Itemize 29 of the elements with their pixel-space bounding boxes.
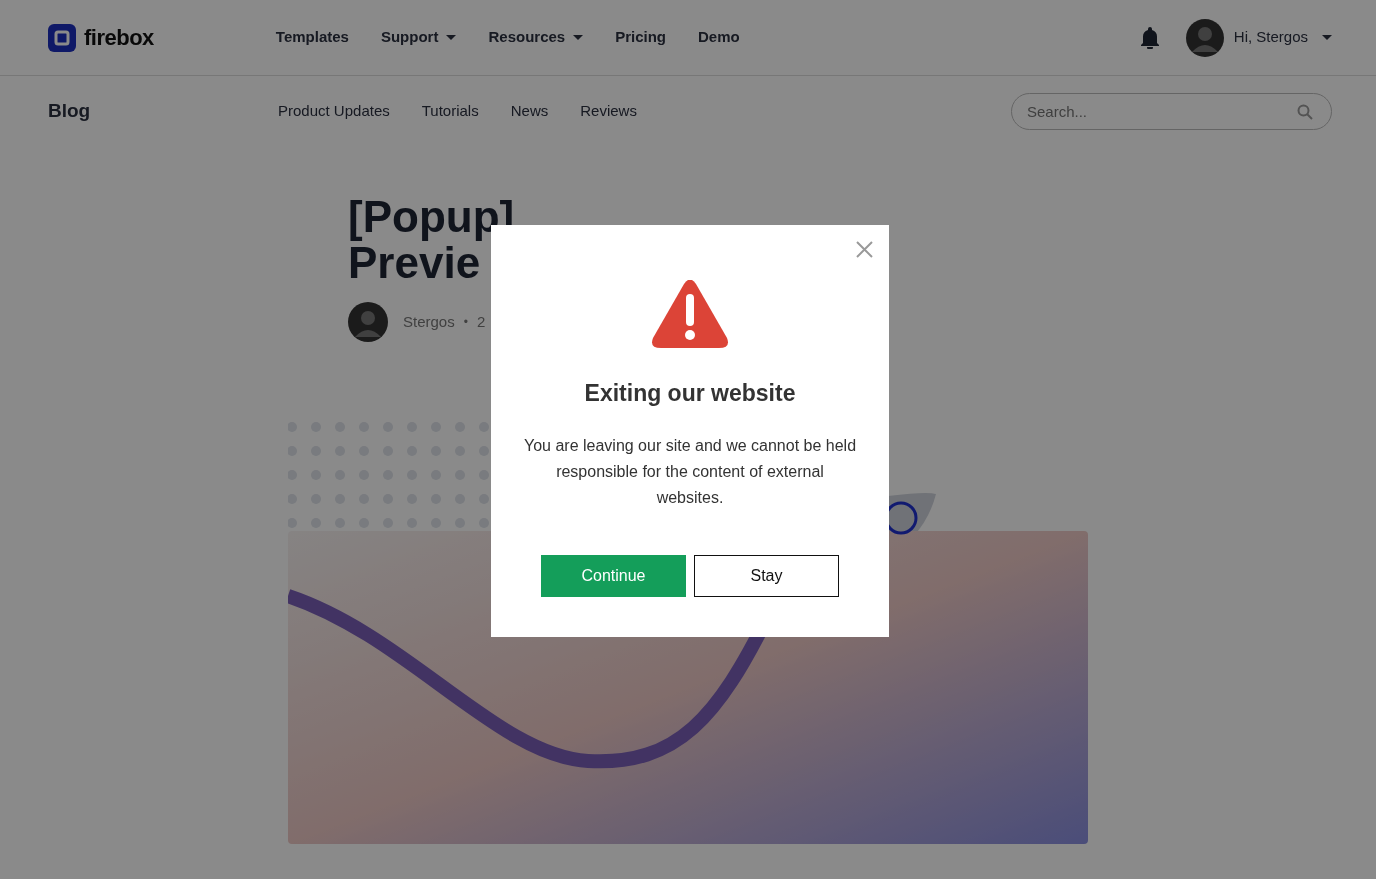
nav-link[interactable]: Demo [698, 26, 740, 49]
warning-icon [651, 280, 729, 348]
nav-link[interactable]: Support [380, 26, 457, 49]
search-field[interactable]: Search... [1011, 92, 1332, 130]
category-link[interactable]: Product Updates [278, 99, 390, 123]
nav-link[interactable]: Pricing [615, 26, 667, 49]
category-link[interactable]: Reviews [580, 99, 637, 123]
user-menu[interactable]: Hi, Stergos [1185, 18, 1332, 57]
notification-bell-icon[interactable] [1139, 26, 1160, 49]
nav-link[interactable]: Templates [275, 26, 349, 49]
modal-message: You are leaving our site and we cannot be held responsible for the content of external websites. [522, 435, 858, 508]
author-name: Stergos [403, 311, 455, 332]
modal-title: Exiting our website [583, 379, 797, 408]
nav-link[interactable]: Resources [488, 26, 584, 49]
close-icon [856, 241, 873, 258]
section-title: Blog [48, 98, 92, 123]
logo-icon [48, 23, 76, 52]
caret-icon [1322, 35, 1332, 40]
search-icon [1297, 103, 1313, 120]
post-date: 2 [476, 311, 486, 332]
continue-button[interactable]: Continue [541, 554, 686, 597]
avatar [1185, 18, 1224, 57]
category-link[interactable]: Tutorials [421, 99, 479, 123]
stay-button[interactable]: Stay [694, 554, 839, 597]
close-button[interactable] [856, 241, 873, 258]
meta-separator: • [463, 314, 468, 331]
category-link[interactable]: News [510, 99, 549, 123]
logo-text[interactable]: firebox [84, 21, 154, 54]
author-avatar [348, 302, 388, 342]
